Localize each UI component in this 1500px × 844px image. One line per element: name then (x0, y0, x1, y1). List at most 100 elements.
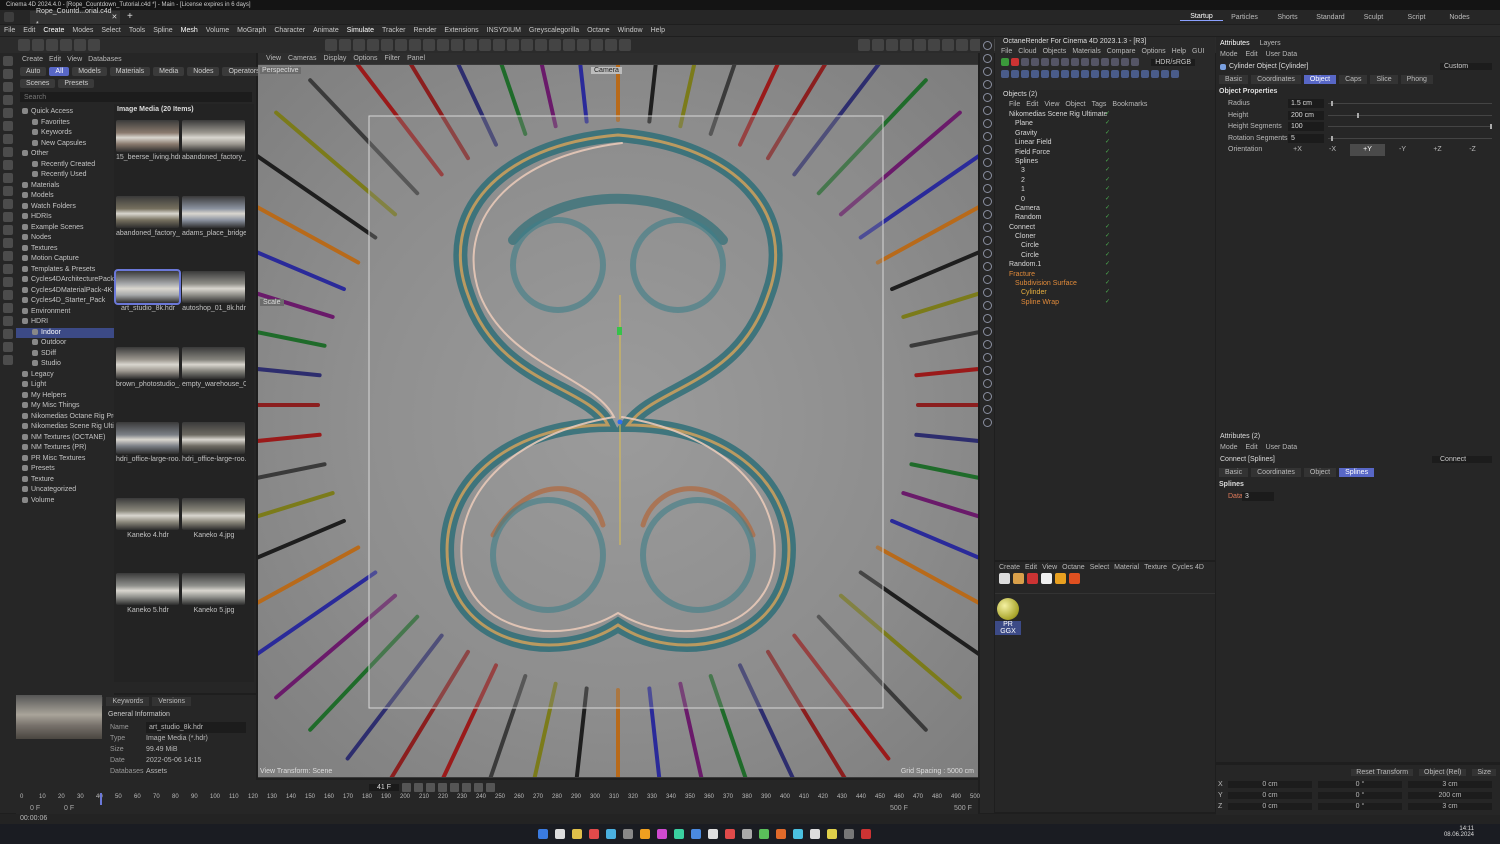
object-row[interactable]: Subdivision Surface ✓ (1001, 279, 1215, 288)
property-slider[interactable] (1328, 124, 1492, 129)
tree-item-uncategorized[interactable]: Uncategorized (16, 485, 114, 496)
tree-item-motion-capture[interactable]: Motion Capture (16, 254, 114, 265)
viewport-menu-panel[interactable]: Panel (407, 55, 425, 62)
asset-item[interactable]: empty_warehouse_0... (182, 346, 246, 423)
octane-tool-icon[interactable] (982, 171, 992, 180)
viewport-menu-view[interactable]: View (266, 55, 281, 62)
toolbar-tool-icon[interactable] (409, 39, 421, 51)
close-tab-icon[interactable]: ✕ (112, 11, 118, 24)
toolbar-tool-icon[interactable] (381, 39, 393, 51)
octane-icon[interactable] (1171, 70, 1179, 78)
orientation-y[interactable]: +Y (1350, 144, 1385, 156)
tree-item-hdri[interactable]: HDRI (16, 317, 114, 328)
start-frame[interactable]: 0 F (30, 805, 40, 812)
toolbar-tool-icon[interactable] (900, 39, 912, 51)
menu-simulate[interactable]: Simulate (347, 27, 374, 34)
enabled-check-icon[interactable]: ✓ (1105, 260, 1110, 269)
taskbar-app-icon[interactable] (742, 829, 752, 839)
enabled-check-icon[interactable]: ✓ (1105, 204, 1110, 213)
material-icon[interactable] (1013, 573, 1024, 584)
enabled-check-icon[interactable]: ✓ (1105, 148, 1110, 157)
taskbar-app-icon[interactable] (657, 829, 667, 839)
enabled-check-icon[interactable]: ✓ (1105, 270, 1110, 279)
tree-item-legacy[interactable]: Legacy (16, 370, 114, 381)
tree-item-studio[interactable]: Studio (16, 359, 114, 370)
tool-icon[interactable] (3, 199, 13, 209)
octane-icon[interactable] (1071, 58, 1079, 66)
material-menu-texture[interactable]: Texture (1144, 564, 1167, 571)
object-row[interactable]: Circle ✓ (1001, 251, 1215, 260)
toolbar-tool-icon[interactable] (18, 39, 30, 51)
material-icon[interactable] (999, 573, 1010, 584)
asset-item[interactable]: adams_place_bridge_... (182, 195, 246, 272)
add-tab-button[interactable]: + (127, 11, 133, 22)
taskbar-app-icon[interactable] (793, 829, 803, 839)
menu-tracker[interactable]: Tracker (382, 27, 405, 34)
octane-tool-icon[interactable] (982, 301, 992, 310)
tree-item-recently-created[interactable]: Recently Created (16, 160, 114, 171)
octane-icon[interactable] (1011, 58, 1019, 66)
asset-item[interactable]: Kaneko 5.jpg (182, 573, 246, 649)
material-icon[interactable] (1055, 573, 1066, 584)
search-input[interactable]: Search (24, 94, 46, 101)
start-frame-2[interactable]: 0 F (64, 805, 74, 812)
colorspace-select[interactable]: HDR/sRGB (1151, 58, 1195, 66)
tree-item-textures[interactable]: Textures (16, 244, 114, 255)
attr-object-tab-object[interactable]: Object (1303, 75, 1337, 84)
coord-field[interactable]: 3 cm (1408, 803, 1492, 810)
viewport-menu-options[interactable]: Options (353, 55, 377, 62)
octane-menu-options[interactable]: Options (1142, 48, 1166, 55)
layout-shorts[interactable]: Shorts (1266, 14, 1309, 21)
tree-item-cycles4d-starter-pack[interactable]: Cycles4D_Starter_Pack (16, 296, 114, 307)
asset-item[interactable]: hdri_office-large-roo... (182, 422, 246, 498)
toolbar-tool-icon[interactable] (563, 39, 575, 51)
taskbar-app-icon[interactable] (810, 829, 820, 839)
toolbar-tool-icon[interactable] (437, 39, 449, 51)
tree-item-my-misc-things[interactable]: My Misc Things (16, 401, 114, 412)
octane-tool-icon[interactable] (982, 41, 992, 50)
property-value[interactable]: 5 (1288, 133, 1324, 143)
material-menu-view[interactable]: View (1042, 564, 1057, 571)
coord-field[interactable]: 200 cm (1408, 792, 1492, 799)
octane-icon[interactable] (1011, 70, 1019, 78)
toolbar-tool-icon[interactable] (353, 39, 365, 51)
layout-nodes[interactable]: Nodes (1438, 14, 1481, 21)
asset-item[interactable]: abandoned_factory_... (182, 120, 246, 196)
orientation-z[interactable]: -Z (1455, 144, 1490, 156)
end-frame-2[interactable]: 500 F (954, 805, 972, 812)
asset-item[interactable]: Kaneko 5.hdr (116, 573, 180, 649)
menu-select[interactable]: Select (101, 27, 120, 34)
toolbar-tool-icon[interactable] (479, 39, 491, 51)
tool-icon[interactable] (3, 173, 13, 183)
toolbar-tool-icon[interactable] (928, 39, 940, 51)
attr2-menu-edit[interactable]: Edit (1246, 444, 1258, 451)
asset-item[interactable]: 15_beerse_living.hdr (116, 120, 180, 196)
tree-item-hdris[interactable]: HDRIs (16, 212, 114, 223)
octane-tool-icon[interactable] (982, 275, 992, 284)
attr-menu-user-data[interactable]: User Data (1266, 51, 1298, 58)
octane-icon[interactable] (1081, 70, 1089, 78)
attr2-menu-user-data[interactable]: User Data (1266, 444, 1298, 451)
taskbar-app-icon[interactable] (776, 829, 786, 839)
octane-icon[interactable] (1001, 58, 1009, 66)
toolbar-tool-icon[interactable] (60, 39, 72, 51)
octane-tool-icon[interactable] (982, 379, 992, 388)
menu-tools[interactable]: Tools (129, 27, 145, 34)
coord-object-rel-button[interactable]: Object (Rel) (1419, 768, 1467, 776)
enabled-check-icon[interactable]: ✓ (1105, 241, 1110, 250)
attr2-tab-splines[interactable]: Splines (1339, 468, 1375, 477)
filter-models[interactable]: Models (72, 67, 107, 76)
tool-icon[interactable] (3, 56, 13, 66)
asset-item[interactable]: Kaneko 4.hdr (116, 497, 180, 574)
toolbar-tool-icon[interactable] (605, 39, 617, 51)
coord-field[interactable]: 0 cm (1228, 803, 1312, 810)
object-row[interactable]: Plane ✓ (1001, 119, 1215, 128)
enabled-check-icon[interactable]: ✓ (1105, 138, 1110, 147)
octane-icon[interactable] (1031, 70, 1039, 78)
octane-icon[interactable] (1131, 70, 1139, 78)
octane-tool-icon[interactable] (982, 327, 992, 336)
tool-icon[interactable] (3, 212, 13, 222)
tree-item-environment[interactable]: Environment (16, 307, 114, 318)
taskbar-app-icon[interactable] (861, 829, 871, 839)
tool-icon[interactable] (3, 95, 13, 105)
